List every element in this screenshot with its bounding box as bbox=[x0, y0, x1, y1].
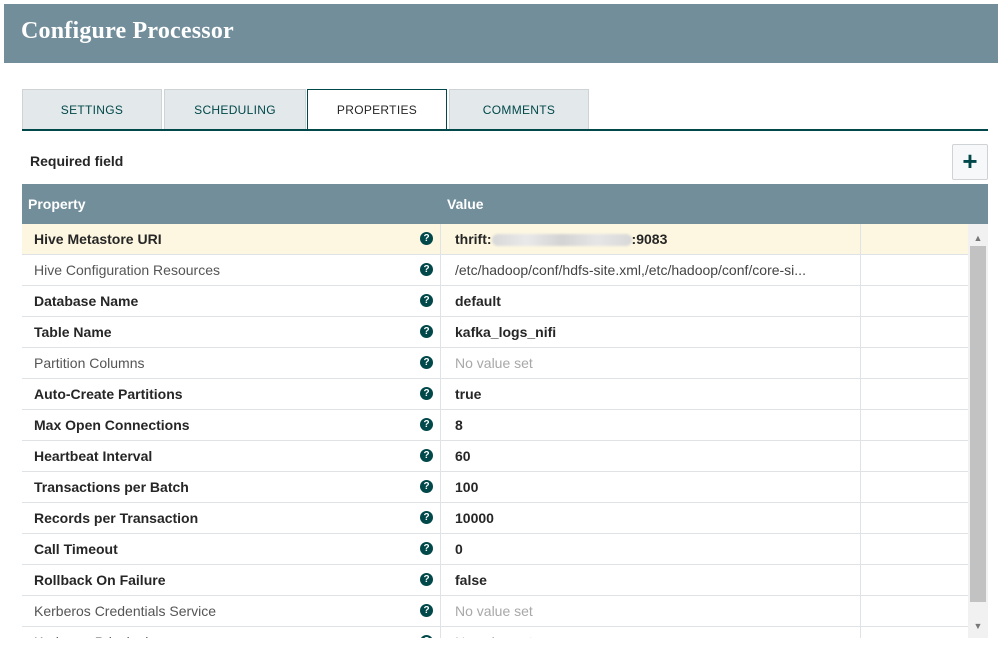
table-row[interactable]: Records per Transaction? 10000 bbox=[22, 503, 968, 534]
help-icon[interactable]: ? bbox=[420, 604, 433, 617]
property-name: Kerberos Principal bbox=[22, 627, 441, 638]
table-header: Property Value bbox=[22, 184, 988, 224]
help-icon[interactable]: ? bbox=[420, 356, 433, 369]
add-property-button[interactable]: + bbox=[952, 144, 988, 180]
scrollbar-thumb[interactable] bbox=[970, 246, 986, 602]
property-value[interactable]: 100 bbox=[442, 472, 861, 502]
table-row[interactable]: Kerberos Credentials Service? No value se… bbox=[22, 596, 968, 627]
property-value[interactable]: thrift: :9083 bbox=[442, 224, 861, 254]
tab-scheduling[interactable]: SCHEDULING bbox=[164, 89, 306, 130]
help-icon[interactable]: ? bbox=[420, 418, 433, 431]
help-icon[interactable]: ? bbox=[420, 573, 433, 586]
properties-table: Hive Metastore URI? thrift: :9083 Hive Conf… bbox=[22, 224, 968, 638]
help-icon[interactable]: ? bbox=[420, 387, 433, 400]
scroll-up-arrow-icon[interactable]: ▲ bbox=[968, 230, 988, 246]
tab-properties[interactable]: PROPERTIES bbox=[307, 89, 447, 131]
table-row[interactable]: Hive Configuration Resources? /etc/hadoop… bbox=[22, 255, 968, 286]
table-row[interactable]: Table Name? kafka_logs_nifi bbox=[22, 317, 968, 348]
property-name: Max Open Connections bbox=[22, 410, 441, 440]
property-value[interactable]: 0 bbox=[442, 534, 861, 564]
help-icon[interactable]: ? bbox=[420, 480, 433, 493]
table-row[interactable]: Auto-Create Partitions? true bbox=[22, 379, 968, 410]
property-name: Call Timeout bbox=[22, 534, 441, 564]
table-row[interactable]: Max Open Connections? 8 bbox=[22, 410, 968, 441]
property-value[interactable]: true bbox=[442, 379, 861, 409]
property-value[interactable]: 60 bbox=[442, 441, 861, 471]
property-name: Auto-Create Partitions bbox=[22, 379, 441, 409]
property-value[interactable]: No value set bbox=[442, 348, 861, 378]
table-row[interactable]: Call Timeout? 0 bbox=[22, 534, 968, 565]
scroll-down-arrow-icon[interactable]: ▼ bbox=[968, 618, 988, 634]
property-value[interactable]: kafka_logs_nifi bbox=[442, 317, 861, 347]
property-value[interactable]: default bbox=[442, 286, 861, 316]
property-name: Heartbeat Interval bbox=[22, 441, 441, 471]
property-name: Hive Configuration Resources bbox=[22, 255, 441, 285]
value-suffix: :9083 bbox=[631, 231, 668, 247]
property-name: Rollback On Failure bbox=[22, 565, 441, 595]
help-icon[interactable]: ? bbox=[420, 232, 433, 245]
redacted-hostname bbox=[491, 234, 632, 247]
table-row[interactable]: Rollback On Failure? false bbox=[22, 565, 968, 596]
property-value[interactable]: 10000 bbox=[442, 503, 861, 533]
tab-underline bbox=[22, 129, 988, 131]
tab-settings[interactable]: SETTINGS bbox=[22, 89, 162, 130]
property-name: Records per Transaction bbox=[22, 503, 441, 533]
property-value[interactable]: No value set bbox=[442, 596, 861, 626]
dialog-title-bar: Configure Processor bbox=[4, 4, 998, 63]
help-icon[interactable]: ? bbox=[420, 325, 433, 338]
property-value[interactable]: No value set bbox=[442, 627, 861, 638]
help-icon[interactable]: ? bbox=[420, 449, 433, 462]
property-name: Table Name bbox=[22, 317, 441, 347]
property-name: Kerberos Credentials Service bbox=[22, 596, 441, 626]
required-field-label: Required field bbox=[30, 153, 124, 169]
property-value[interactable]: /etc/hadoop/conf/hdfs-site.xml,/etc/hado… bbox=[442, 255, 861, 285]
table-row[interactable]: Partition Columns? No value set bbox=[22, 348, 968, 379]
property-name: Transactions per Batch bbox=[22, 472, 441, 502]
column-header-property[interactable]: Property bbox=[28, 196, 86, 212]
help-icon[interactable]: ? bbox=[420, 511, 433, 524]
table-row[interactable]: Heartbeat Interval? 60 bbox=[22, 441, 968, 472]
table-row[interactable]: Kerberos Principal?No value set bbox=[22, 627, 968, 638]
property-value[interactable]: false bbox=[442, 565, 861, 595]
vertical-scrollbar[interactable]: ▲ ▼ bbox=[968, 224, 988, 638]
dialog-title: Configure Processor bbox=[21, 18, 234, 44]
property-value[interactable]: 8 bbox=[442, 410, 861, 440]
table-row[interactable]: Transactions per Batch? 100 bbox=[22, 472, 968, 503]
property-name: Partition Columns bbox=[22, 348, 441, 378]
help-icon[interactable]: ? bbox=[420, 263, 433, 276]
table-row[interactable]: Hive Metastore URI? thrift: :9083 bbox=[22, 224, 968, 255]
help-icon[interactable]: ? bbox=[420, 542, 433, 555]
property-name: Database Name bbox=[22, 286, 441, 316]
tab-comments[interactable]: COMMENTS bbox=[449, 89, 589, 130]
property-name: Hive Metastore URI bbox=[22, 224, 441, 254]
help-icon[interactable]: ? bbox=[420, 294, 433, 307]
table-row[interactable]: Database Name? default bbox=[22, 286, 968, 317]
column-header-value[interactable]: Value bbox=[447, 196, 484, 212]
value-prefix: thrift: bbox=[455, 231, 492, 247]
